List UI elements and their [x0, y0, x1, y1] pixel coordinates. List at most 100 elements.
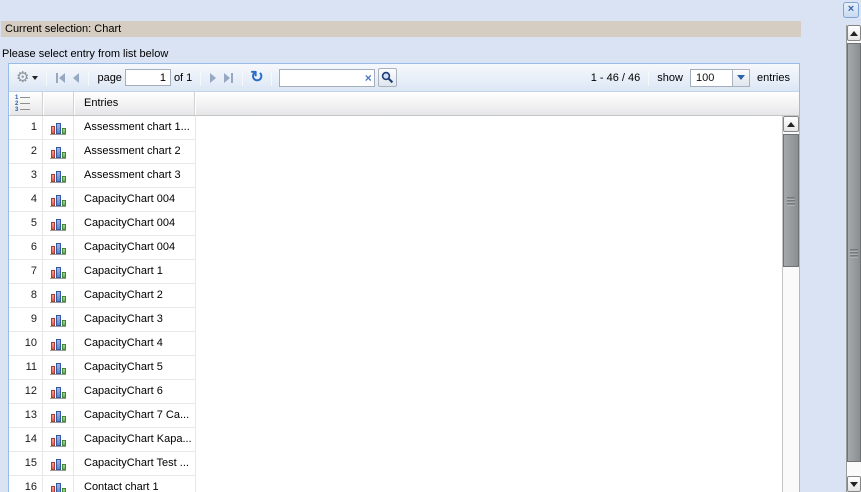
- list-item[interactable]: 5 CapacityChart 004: [9, 212, 196, 236]
- toolbar-right-group: 1 - 46 / 46 show 100 entries: [588, 69, 793, 87]
- entry-label: Assessment chart 3: [74, 164, 196, 188]
- entry-label: CapacityChart 3: [74, 308, 196, 332]
- row-number-column-header[interactable]: 1 2 3: [9, 92, 43, 115]
- entry-label: CapacityChart 1: [74, 260, 196, 284]
- header-filler: [195, 92, 799, 115]
- row-number: 13: [9, 404, 43, 428]
- bar-chart-icon: [50, 337, 66, 351]
- list-item[interactable]: 2 Assessment chart 2: [9, 140, 196, 164]
- grip-icon: [787, 197, 795, 204]
- page-scroll-up-button[interactable]: [847, 25, 861, 41]
- row-number: 9: [9, 308, 43, 332]
- page-size-value[interactable]: 100: [690, 69, 732, 87]
- row-number: 16: [9, 476, 43, 492]
- list-item[interactable]: 16 Contact chart 1: [9, 476, 196, 492]
- bar-chart-icon: [50, 193, 66, 207]
- entry-label: CapacityChart 004: [74, 188, 196, 212]
- list-item[interactable]: 1 Assessment chart 1...: [9, 116, 196, 140]
- row-icon-cell: [43, 140, 74, 164]
- bar-chart-icon: [50, 385, 66, 399]
- row-number: 1: [9, 116, 43, 140]
- close-icon[interactable]: ×: [843, 2, 859, 18]
- search-field: ×: [279, 69, 375, 87]
- settings-menu-button[interactable]: ⚙: [13, 68, 41, 88]
- entry-label: CapacityChart Test ...: [74, 452, 196, 476]
- list-item[interactable]: 8 CapacityChart 2: [9, 284, 196, 308]
- list-item[interactable]: 10 CapacityChart 4: [9, 332, 196, 356]
- bar-chart-icon: [50, 121, 66, 135]
- list-item[interactable]: 11 CapacityChart 5: [9, 356, 196, 380]
- prev-page-button[interactable]: [69, 68, 83, 88]
- list-item[interactable]: 4 CapacityChart 004: [9, 188, 196, 212]
- row-number: 3: [9, 164, 43, 188]
- entry-label: CapacityChart Kapa...: [74, 428, 196, 452]
- next-page-button[interactable]: [206, 68, 220, 88]
- grid-scrollbar[interactable]: [782, 116, 799, 492]
- entries-label: entries: [757, 72, 790, 84]
- page-scrollbar[interactable]: [846, 25, 861, 492]
- entry-label: CapacityChart 5: [74, 356, 196, 380]
- entry-label: CapacityChart 7 Ca...: [74, 404, 196, 428]
- entries-column-header[interactable]: Entries: [74, 92, 195, 115]
- list-item[interactable]: 12 CapacityChart 6: [9, 380, 196, 404]
- entry-list-panel: ⚙ page of 1 ↻ × 1 - 46 / 46 show: [8, 63, 800, 492]
- bar-chart-icon: [50, 241, 66, 255]
- refresh-icon[interactable]: ↻: [248, 70, 265, 86]
- bar-chart-icon: [50, 265, 66, 279]
- row-icon-cell: [43, 116, 74, 140]
- chevron-down-icon: [737, 75, 745, 80]
- list-item[interactable]: 9 CapacityChart 3: [9, 308, 196, 332]
- row-number: 12: [9, 380, 43, 404]
- record-range-label: 1 - 46 / 46: [591, 72, 641, 84]
- entry-label: CapacityChart 004: [74, 236, 196, 260]
- bar-chart-icon: [50, 289, 66, 303]
- bar-chart-icon: [50, 481, 66, 492]
- grid-scrollbar-thumb[interactable]: [783, 134, 799, 267]
- icon-column-header[interactable]: [43, 92, 74, 115]
- page-size-trigger[interactable]: [732, 69, 750, 87]
- selection-bar-text: Current selection: Chart: [5, 23, 121, 35]
- entry-label: CapacityChart 6: [74, 380, 196, 404]
- row-icon-cell: [43, 428, 74, 452]
- list-item[interactable]: 15 CapacityChart Test ...: [9, 452, 196, 476]
- page-number-input[interactable]: [125, 69, 171, 86]
- row-number: 4: [9, 188, 43, 212]
- bar-chart-icon: [50, 433, 66, 447]
- toolbar-separator: [242, 70, 243, 86]
- clear-search-icon[interactable]: ×: [365, 71, 372, 85]
- row-icon-cell: [43, 164, 74, 188]
- bar-chart-icon: [50, 409, 66, 423]
- list-item[interactable]: 3 Assessment chart 3: [9, 164, 196, 188]
- last-page-button[interactable]: [220, 68, 237, 88]
- toolbar-separator: [271, 70, 272, 86]
- page-scrollbar-thumb[interactable]: [847, 43, 861, 462]
- row-icon-cell: [43, 356, 74, 380]
- magnifier-icon: [381, 71, 394, 84]
- search-input[interactable]: [280, 71, 356, 85]
- entry-label: CapacityChart 4: [74, 332, 196, 356]
- page-scroll-down-button[interactable]: [847, 476, 861, 492]
- row-icon-cell: [43, 212, 74, 236]
- row-number: 15: [9, 452, 43, 476]
- grid-header: 1 2 3 Entries: [9, 92, 799, 116]
- list-item[interactable]: 7 CapacityChart 1: [9, 260, 196, 284]
- row-icon-cell: [43, 404, 74, 428]
- list-item[interactable]: 14 CapacityChart Kapa...: [9, 428, 196, 452]
- entry-label: Assessment chart 1...: [74, 116, 196, 140]
- row-number: 6: [9, 236, 43, 260]
- entry-label: CapacityChart 004: [74, 212, 196, 236]
- triangle-down-icon: [850, 482, 858, 487]
- list-item[interactable]: 6 CapacityChart 004: [9, 236, 196, 260]
- bar-chart-icon: [50, 145, 66, 159]
- row-icon-cell: [43, 332, 74, 356]
- row-icon-cell: [43, 236, 74, 260]
- scroll-up-button[interactable]: [783, 116, 799, 132]
- list-item[interactable]: 13 CapacityChart 7 Ca...: [9, 404, 196, 428]
- gear-icon: ⚙: [16, 70, 29, 86]
- search-button[interactable]: [378, 68, 397, 87]
- triangle-up-icon: [850, 31, 858, 36]
- row-number: 11: [9, 356, 43, 380]
- entry-label: CapacityChart 2: [74, 284, 196, 308]
- first-page-button[interactable]: [52, 68, 69, 88]
- triangle-up-icon: [787, 122, 795, 127]
